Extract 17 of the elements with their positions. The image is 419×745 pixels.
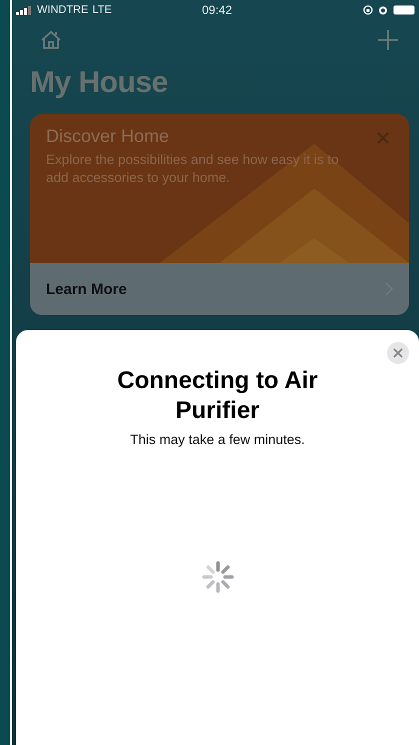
sheet-title: Connecting to Air Purifier [116,366,319,426]
alarm-icon [378,5,388,15]
learn-more-button[interactable]: Learn More [30,263,409,315]
clock-time: 09:42 [202,3,232,17]
sheet-subtitle: This may take a few minutes. [130,432,305,447]
rotation-lock-icon [363,5,373,15]
card-description: Explore the possibilities and see how easy it is to add accessories to your home. [46,151,340,188]
close-icon[interactable] [387,342,409,364]
card-title: Discover Home [46,126,170,147]
network-type: LTE [92,4,112,16]
signal-icon [16,6,33,14]
carrier-name: WINDTRE [37,4,88,16]
home-icon[interactable] [40,30,62,50]
loading-spinner-icon [200,559,236,595]
add-icon[interactable] [377,29,399,51]
home-title: My House [30,66,169,100]
battery-icon [393,5,415,15]
